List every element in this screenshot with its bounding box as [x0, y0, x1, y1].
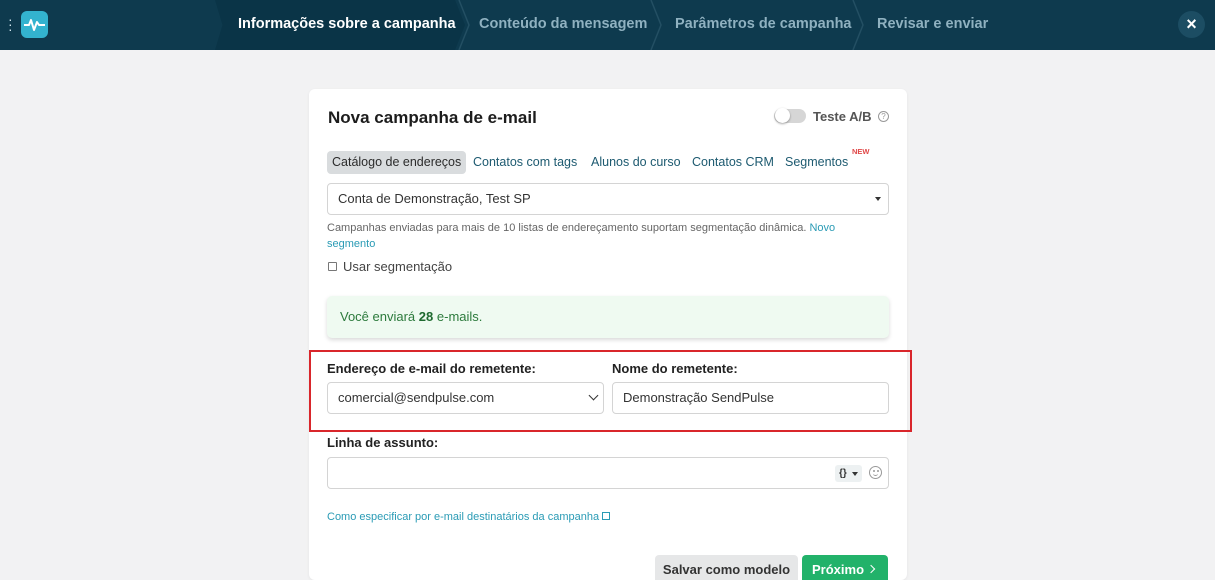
ab-test-toggle[interactable] [774, 108, 806, 123]
campaign-form-card: Nova campanha de e-mail Teste A/B ? Catá… [309, 89, 907, 580]
step-separator-icon [458, 0, 470, 50]
step-campaign-info[interactable]: Informações sobre a campanha [238, 0, 456, 50]
sender-fields-highlight [309, 350, 912, 432]
recipient-count-notice: Você enviará 28 e-mails. [327, 296, 889, 338]
variables-button[interactable]: {} [835, 465, 862, 482]
segmentation-hint: Campanhas enviadas para mais de 10 lista… [327, 220, 872, 252]
next-button[interactable]: Próximo [802, 555, 888, 580]
tab-crm-contacts[interactable]: Contatos CRM [692, 151, 774, 174]
chevron-right-icon [866, 564, 876, 574]
variables-icon: {} [839, 468, 847, 479]
help-icon[interactable]: ? [878, 111, 889, 122]
hint-text: Campanhas enviadas para mais de 10 lista… [327, 222, 807, 234]
sendpulse-logo-icon[interactable] [21, 11, 48, 38]
address-book-value: Conta de Demonstração, Test SP [338, 191, 531, 206]
subject-label: Linha de assunto: [327, 435, 439, 450]
recipient-count: 28 [418, 309, 434, 324]
caret-down-icon [852, 472, 858, 476]
caret-down-icon [875, 197, 881, 201]
page-title: Nova campanha de e-mail [328, 108, 537, 127]
top-navigation-bar: · · · Informações sobre a campanha Conteúd… [0, 0, 1215, 50]
new-badge: NEW [852, 147, 870, 156]
notice-prefix: Você enviará [340, 309, 416, 324]
use-segmentation-label: Usar segmentação [343, 259, 453, 274]
step-separator-icon [650, 0, 662, 50]
recipients-help-link[interactable]: Como especificar por e-mail destinatário… [327, 511, 611, 523]
ab-test-label: Teste A/B [813, 109, 872, 124]
step-separator-icon [852, 0, 864, 50]
step-review-send[interactable]: Revisar e enviar [877, 0, 988, 50]
tab-tagged-contacts[interactable]: Contatos com tags [473, 151, 577, 174]
next-button-label: Próximo [812, 562, 865, 577]
use-segmentation-checkbox[interactable] [328, 262, 337, 271]
external-link-icon [602, 512, 611, 520]
notice-suffix: e-mails. [436, 309, 483, 324]
tab-address-book[interactable]: Catálogo de endereços [327, 151, 467, 174]
tab-segments[interactable]: Segmentos [785, 151, 848, 174]
recipients-link-text: Como especificar por e-mail destinatário… [327, 511, 600, 523]
step-message-content[interactable]: Conteúdo da mensagem [479, 0, 647, 50]
more-vertical-icon[interactable]: · · · [8, 12, 14, 36]
emoji-icon[interactable] [869, 466, 882, 479]
tab-course-students[interactable]: Alunos do curso [591, 151, 681, 174]
close-icon[interactable]: × [1178, 11, 1205, 38]
save-template-button[interactable]: Salvar como modelo [655, 555, 798, 580]
address-book-select[interactable]: Conta de Demonstração, Test SP [327, 183, 889, 215]
subject-input[interactable]: {} [327, 457, 889, 489]
step-campaign-parameters[interactable]: Parâmetros de campanha [675, 0, 852, 50]
